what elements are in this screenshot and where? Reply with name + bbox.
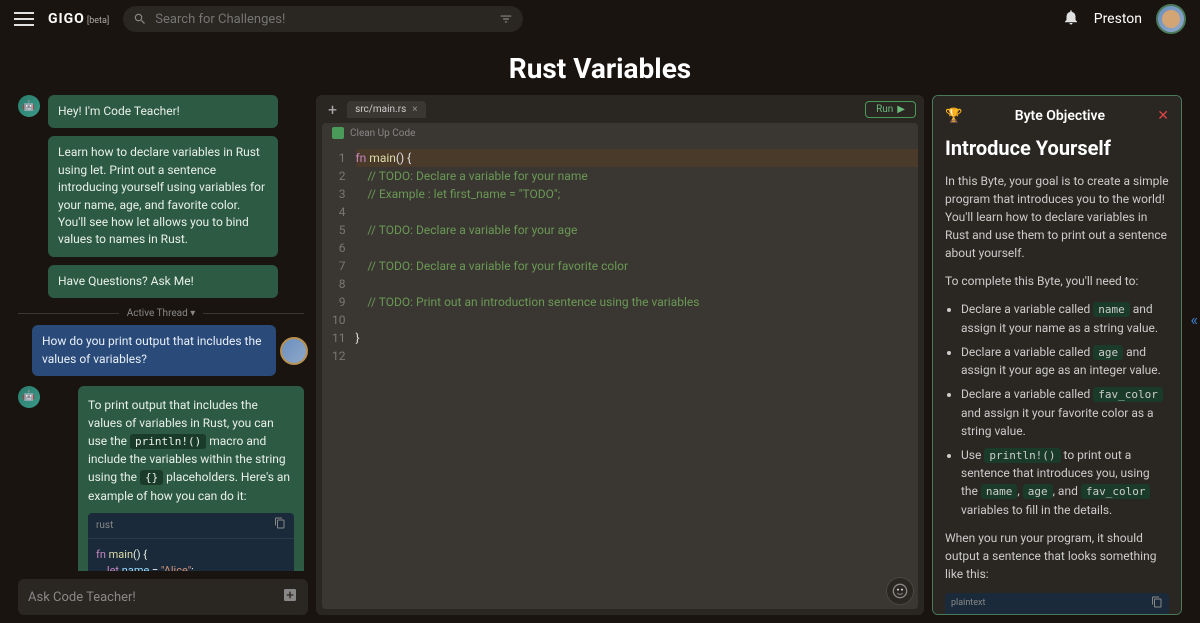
list-item: Declare a variable called age and assign… (961, 343, 1169, 380)
close-icon[interactable]: ✕ (1157, 108, 1169, 124)
objective-list: Declare a variable called name and assig… (945, 300, 1169, 519)
username-label[interactable]: Preston (1094, 11, 1142, 27)
list-item: Declare a variable called name and assig… (961, 300, 1169, 337)
notifications-icon[interactable] (1062, 8, 1080, 30)
menu-icon[interactable] (14, 12, 34, 26)
bot-message: Hey! I'm Code Teacher! (48, 95, 278, 128)
bot-message: Have Questions? Ask Me! (48, 265, 278, 298)
copy-icon[interactable] (274, 517, 286, 534)
bot-avatar: 🤖 (18, 386, 40, 408)
copy-icon[interactable] (1151, 596, 1163, 611)
objective-text: When you run your program, it should out… (945, 529, 1169, 583)
clean-code-button[interactable]: Clean Up Code (322, 123, 918, 143)
list-item: Use println!() to print out a sentence t… (961, 446, 1169, 519)
search-bar[interactable] (123, 6, 523, 32)
chat-panel: 🤖 Hey! I'm Code Teacher! Learn how to de… (18, 95, 308, 615)
add-icon[interactable] (282, 587, 298, 607)
user-avatar-small (280, 337, 308, 365)
list-item: Declare a variable called fav_color and … (961, 385, 1169, 440)
output-example: plaintext My name is [your name], I'm [y… (945, 593, 1169, 616)
file-tab[interactable]: src/main.rs× (347, 101, 426, 118)
collapse-icon[interactable]: « (1190, 310, 1198, 329)
thread-separator[interactable]: Active Thread ▾ (18, 308, 304, 319)
objective-text: To complete this Byte, you'll need to: (945, 272, 1169, 290)
logo[interactable]: GIGO[beta] (48, 11, 109, 27)
objective-panel: 🏆 Byte Objective ✕ Introduce Yourself In… (932, 95, 1182, 615)
bot-message: Learn how to declare variables in Rust u… (48, 136, 278, 256)
objective-title: Byte Objective (970, 108, 1149, 124)
objective-icon: 🏆 (945, 108, 962, 124)
search-input[interactable] (155, 12, 491, 27)
page-title: Rust Variables (0, 38, 1200, 95)
run-button[interactable]: Run ▶ (865, 101, 916, 118)
editor-panel: + src/main.rs× Run ▶ Clean Up Code 12345… (316, 95, 924, 615)
code-editor[interactable]: 123456789101112 fn main() { // TODO: Dec… (322, 143, 918, 609)
help-icon[interactable] (886, 577, 914, 605)
user-message: How do you print output that includes th… (32, 325, 276, 376)
close-tab-icon[interactable]: × (412, 104, 417, 115)
add-tab-icon[interactable]: + (324, 100, 341, 119)
chat-input[interactable]: Ask Code Teacher! (18, 579, 308, 615)
bot-avatar: 🤖 (18, 95, 40, 117)
bot-answer: To print output that includes the values… (78, 386, 304, 571)
code-example: rust fn main() { let name = "Alice"; let… (88, 513, 294, 571)
objective-heading: Introduce Yourself (945, 136, 1169, 160)
filter-icon[interactable] (499, 12, 513, 26)
user-avatar[interactable] (1156, 4, 1186, 34)
search-icon (133, 12, 147, 26)
objective-text: In this Byte, your goal is to create a s… (945, 172, 1169, 262)
